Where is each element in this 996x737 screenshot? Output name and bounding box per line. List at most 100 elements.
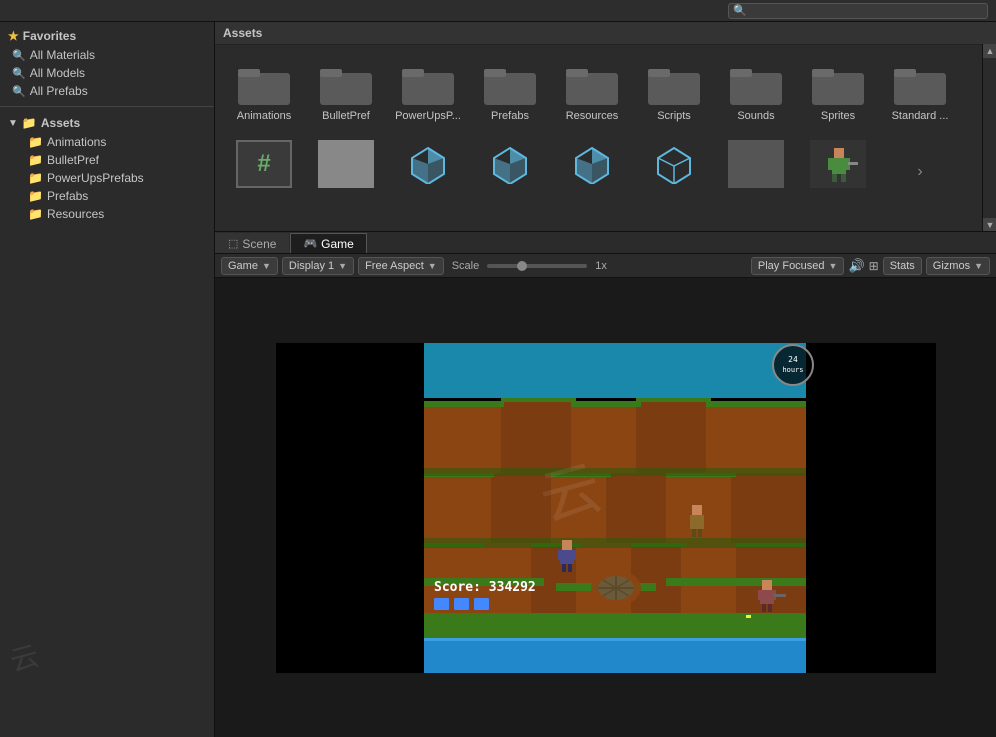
game-dropdown[interactable]: Game ▼: [221, 257, 278, 275]
folder-icon-assets: 📁: [22, 116, 37, 130]
asset-scripts[interactable]: Scripts: [633, 53, 715, 128]
grey-sq-wrapper: [728, 140, 784, 188]
asset-unity-cube2[interactable]: [469, 136, 551, 195]
gizmos-dropdown[interactable]: Gizmos ▼: [926, 257, 990, 275]
asset-character-sprite[interactable]: [797, 136, 879, 195]
main-layout: ★ Favorites 🔍 All Materials 🔍 All Models…: [0, 22, 996, 737]
game-tab-icon: 🎮: [303, 237, 317, 250]
stats-button[interactable]: Stats: [883, 257, 922, 275]
assets-scroll-arrows: ▲ ▼: [982, 44, 996, 232]
assets-scroll-down[interactable]: ▼: [983, 218, 996, 232]
scale-slider[interactable]: [487, 264, 587, 268]
search-icon-models: 🔍: [12, 67, 26, 80]
sidebar-item-powerups[interactable]: 📁 PowerUpsPrefabs: [0, 169, 214, 187]
folder-icon-prefabs: 📁: [28, 189, 43, 203]
asset-grey-sq[interactable]: [715, 136, 797, 195]
assets-panel-title: Assets: [223, 26, 262, 40]
scene-tab-icon: ⬚: [228, 237, 238, 250]
display-label: Display 1: [289, 260, 334, 272]
folder-icon-big-powerups: [400, 59, 456, 107]
asset-sprites[interactable]: Sprites: [797, 53, 879, 128]
asset-white-square[interactable]: [305, 136, 387, 195]
asset-unity-cube1[interactable]: [387, 136, 469, 195]
aspect-chevron-icon: ▼: [428, 261, 437, 271]
hash-icon: #: [257, 150, 270, 178]
search-icon: 🔍: [733, 4, 747, 17]
folder-icon-big-resources: [564, 59, 620, 107]
asset-more[interactable]: ›: [879, 136, 961, 195]
audio-icon[interactable]: 🔊: [848, 258, 864, 274]
hash-icon-wrapper: #: [236, 140, 292, 188]
tab-scene[interactable]: ⬚ Scene: [215, 233, 289, 253]
search-icon-prefabs: 🔍: [12, 85, 26, 98]
grid-icon[interactable]: ⊞: [869, 259, 879, 273]
sidebar-item-animations[interactable]: 📁 Animations: [0, 133, 214, 151]
display-chevron-icon: ▼: [338, 261, 347, 271]
folder-icon-bulletpref: 📁: [28, 153, 43, 167]
collapse-icon: ▼: [8, 118, 18, 129]
folder-icon-big-prefabs: [482, 59, 538, 107]
asset-sounds-label: Sounds: [737, 110, 774, 122]
sidebar-item-prefabs[interactable]: 📁 Prefabs: [0, 187, 214, 205]
asset-animations-label: Animations: [237, 110, 291, 122]
asset-standard[interactable]: Standard ...: [879, 53, 961, 128]
folder-icon-animations: 📁: [28, 135, 43, 149]
tab-bar: ⬚ Scene 🎮 Game: [215, 232, 996, 254]
assets-panel: Assets Animations: [215, 22, 996, 232]
play-focused-dropdown[interactable]: Play Focused ▼: [751, 257, 845, 275]
game-viewport: Score: 334292 24 hours 云: [215, 278, 996, 737]
folder-icon-resources: 📁: [28, 207, 43, 221]
assets-panel-header: Assets: [215, 22, 996, 45]
assets-header[interactable]: ▼ 📁 Assets: [0, 113, 214, 133]
asset-resources[interactable]: Resources: [551, 53, 633, 128]
content-area: Assets Animations: [215, 22, 996, 737]
toolbar-right: Play Focused ▼ 🔊 ⊞ Stats Gizmos ▼: [751, 257, 990, 275]
game-tab-label: Game: [321, 237, 354, 251]
unity-cube1-wrapper: [400, 140, 456, 188]
sidebar-item-resources[interactable]: 📁 Resources: [0, 205, 214, 223]
asset-hash[interactable]: #: [223, 136, 305, 195]
assets-grid-row1: Animations BulletPref: [215, 45, 996, 136]
asset-animations[interactable]: Animations: [223, 53, 305, 128]
watermark-sidebar: 云: [5, 634, 42, 680]
game-toolbar: Game ▼ Display 1 ▼ Free Aspect ▼ Scale 1…: [215, 254, 996, 278]
asset-powerups[interactable]: PowerUpsP...: [387, 53, 469, 128]
assets-label: Assets: [41, 116, 80, 130]
white-sq-wrapper: [318, 140, 374, 188]
sidebar-item-all-prefabs[interactable]: 🔍 All Prefabs: [0, 82, 214, 100]
svg-text:hours: hours: [782, 366, 803, 374]
search-bar[interactable]: 🔍: [728, 3, 988, 19]
sidebar-divider: [0, 106, 214, 107]
folder-icon-big-standard: [892, 59, 948, 107]
scale-value: 1x: [595, 260, 607, 272]
unity-cube2-wrapper: [482, 140, 538, 188]
scale-thumb: [517, 261, 527, 271]
display-dropdown[interactable]: Display 1 ▼: [282, 257, 354, 275]
tab-game[interactable]: 🎮 Game: [290, 233, 366, 253]
bulletpref-label: BulletPref: [47, 153, 99, 167]
favorites-section: ★ Favorites 🔍 All Materials 🔍 All Models…: [0, 22, 214, 104]
asset-unity-cube4[interactable]: [633, 136, 715, 195]
folder-icon-big-animations: [236, 59, 292, 107]
stats-label: Stats: [890, 260, 915, 272]
game-dropdown-label: Game: [228, 260, 258, 272]
asset-bulletpref[interactable]: BulletPref: [305, 53, 387, 128]
asset-unity-cube3[interactable]: [551, 136, 633, 195]
asset-prefabs[interactable]: Prefabs: [469, 53, 551, 128]
favorites-header[interactable]: ★ Favorites: [0, 26, 214, 46]
assets-scroll-up[interactable]: ▲: [983, 44, 996, 58]
sidebar-item-all-models[interactable]: 🔍 All Models: [0, 64, 214, 82]
folder-icon-powerups: 📁: [28, 171, 43, 185]
assets-section: ▼ 📁 Assets 📁 Animations 📁 BulletPref 📁 P…: [0, 109, 214, 227]
aspect-dropdown[interactable]: Free Aspect ▼: [358, 257, 444, 275]
sidebar-item-all-materials[interactable]: 🔍 All Materials: [0, 46, 214, 64]
sidebar-item-bulletpref[interactable]: 📁 BulletPref: [0, 151, 214, 169]
aspect-label: Free Aspect: [365, 260, 424, 272]
asset-prefabs-label: Prefabs: [491, 110, 529, 122]
asset-sounds[interactable]: Sounds: [715, 53, 797, 128]
char-sprite-wrapper: [810, 140, 866, 188]
folder-icon-big-bulletpref: [318, 59, 374, 107]
scale-text: Scale: [452, 260, 480, 272]
scene-tab-label: Scene: [242, 237, 276, 251]
top-bar: 🔍: [0, 0, 996, 22]
